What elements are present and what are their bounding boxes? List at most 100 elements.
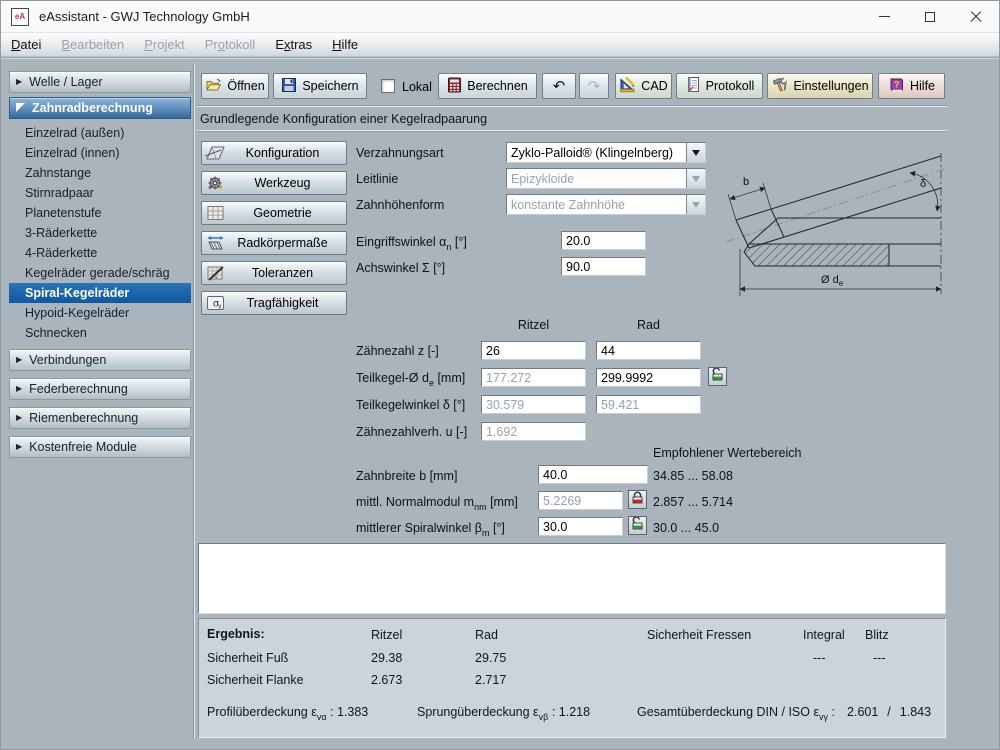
tools-icon — [771, 76, 788, 96]
zaehnezahl-label: Zähnezahl z [-] — [356, 344, 439, 358]
sicherheit-flanke-label: Sicherheit Flanke — [207, 673, 304, 687]
radkoerpermasse-button[interactable]: Radkörpermaße — [201, 231, 347, 255]
toleranzen-button[interactable]: Toleranzen — [201, 261, 347, 285]
sidebar-group-verbindungen[interactable]: ▶ Verbindungen — [9, 349, 191, 371]
cad-button[interactable]: CAD — [615, 73, 672, 99]
settings-button[interactable]: Einstellungen — [767, 73, 873, 99]
lock-open-icon — [711, 366, 724, 386]
maximize-button[interactable] — [907, 1, 953, 32]
sicherheit-fuss-ritzel: 29.38 — [371, 651, 403, 665]
window-controls — [861, 1, 999, 32]
leitlinie-select: Epizykloide — [506, 168, 706, 189]
normalmodul-lock-button[interactable] — [628, 490, 647, 509]
sprungueberdeckung: Sprungüberdeckung εvβ : 1.218 — [417, 705, 591, 722]
sidebar-group-riemenberechnung[interactable]: ▶ Riemenberechnung — [9, 407, 191, 429]
sidebar-group-kostenfreie-module[interactable]: ▶ Kostenfreie Module — [9, 436, 191, 458]
chevron-down-icon — [692, 149, 700, 156]
sidebar-item-kegelraeder-gerade-schraeg[interactable]: Kegelräder gerade/schräg — [9, 263, 191, 283]
geometrie-button[interactable]: Geometrie — [201, 201, 347, 225]
sidebar-item-4-raederkette[interactable]: 4-Räderkette — [9, 243, 191, 263]
spiralwinkel-input[interactable] — [538, 517, 623, 536]
sidebar-item-einzelrad-innen[interactable]: Einzelrad (innen) — [9, 143, 191, 163]
collapsed-arrow-icon: ▶ — [16, 413, 23, 422]
tolerance-ruler-icon — [205, 264, 227, 282]
sicherheit-fuss-label: Sicherheit Fuß — [207, 651, 289, 665]
collapsed-arrow-icon: ▶ — [16, 384, 23, 393]
open-folder-icon — [205, 77, 222, 96]
zahnbreite-input[interactable] — [538, 465, 648, 484]
dropdown-arrow-button[interactable] — [686, 143, 705, 162]
zahnhoehenform-select: konstante Zahnhöhe — [506, 194, 706, 215]
tragfaehigkeit-button[interactable]: σx Tragfähigkeit — [201, 291, 347, 315]
sidebar-item-planetenstufe[interactable]: Planetenstufe — [9, 203, 191, 223]
message-box — [198, 543, 946, 614]
results-col-ritzel: Ritzel — [371, 628, 403, 642]
sidebar-item-schnecken[interactable]: Schnecken — [9, 323, 191, 343]
measure-arrow-icon — [205, 234, 227, 252]
teilkegel-lock-button[interactable] — [708, 366, 727, 386]
undo-icon: ↶ — [552, 77, 566, 95]
sidebar-item-spiral-kegelraeder[interactable]: Spiral-Kegelräder — [9, 283, 191, 303]
normalmodul-label: mittl. Normalmodul mnm [mm] — [356, 495, 518, 512]
sidebar-item-zahnstange[interactable]: Zahnstange — [9, 163, 191, 183]
sidebar-group-welle-lager[interactable]: ▶ Welle / Lager — [9, 71, 191, 93]
achswinkel-input[interactable] — [561, 257, 646, 276]
results-col-rad: Rad — [475, 628, 498, 642]
sidebar-items: Einzelrad (außen) Einzelrad (innen) Zahn… — [9, 123, 191, 343]
help-button[interactable]: ? Hilfe — [878, 73, 945, 99]
lock-open-icon — [631, 515, 644, 535]
section-header: Grundlegende Konfiguration einer Kegelra… — [197, 105, 947, 132]
eingriffswinkel-label: Eingriffswinkel αn [°] — [356, 235, 467, 252]
teilkegel-label: Teilkegel-Ø de [mm] — [356, 371, 466, 388]
teilkegel-ritzel-input — [481, 368, 586, 387]
protocol-button[interactable]: Protokoll — [676, 73, 763, 99]
configuration-icon — [204, 144, 227, 162]
verzahnungsart-select[interactable]: Zyklo-Palloid® (Klingelnberg) — [506, 142, 706, 163]
eingriffswinkel-input[interactable] — [561, 231, 646, 250]
menu-datei[interactable]: Datei — [1, 35, 51, 54]
titlebar: eA eAssistant - GWJ Technology GmbH — [1, 1, 999, 33]
sidebar-item-3-raederkette[interactable]: 3-Räderkette — [9, 223, 191, 243]
results-col-fressen: Sicherheit Fressen — [647, 628, 752, 642]
redo-button: ↷ — [579, 73, 609, 99]
sidebar-group-zahnradberechnung[interactable]: Zahnradberechnung — [9, 97, 191, 119]
normalmodul-input — [538, 491, 623, 510]
konfiguration-button[interactable]: Konfiguration — [201, 141, 347, 165]
open-button[interactable]: Öffnen — [201, 73, 269, 99]
lock-closed-icon — [631, 491, 644, 509]
local-checkbox[interactable] — [381, 79, 395, 93]
menu-protokoll: Protokoll — [204, 37, 256, 52]
achswinkel-label: Achswinkel Σ [°] — [356, 261, 446, 275]
menu-extras[interactable]: Extras — [265, 35, 322, 54]
sidebar-item-stirnradpaar[interactable]: Stirnradpaar — [9, 183, 191, 203]
menu-projekt: Projekt — [144, 37, 185, 52]
spiralwinkel-range: 30.0 ... 45.0 — [653, 521, 720, 535]
help-book-icon: ? — [888, 77, 905, 96]
save-floppy-icon — [281, 77, 297, 96]
gesamtueberdeckung: Gesamtüberdeckung DIN / ISO εvγ :2.601/1… — [637, 705, 932, 722]
spiralwinkel-lock-button[interactable] — [628, 515, 647, 535]
collapsed-arrow-icon: ▶ — [16, 355, 23, 364]
close-button[interactable] — [953, 1, 999, 32]
calculate-button[interactable]: Berechnen — [438, 73, 537, 99]
minimize-button[interactable] — [861, 1, 907, 32]
drawing-label-delta: δ — [920, 178, 926, 190]
save-button[interactable]: Speichern — [273, 73, 367, 99]
teilkegel-rad-input[interactable] — [596, 368, 701, 387]
menubar: Datei Bearbeiten Projekt Protokoll Extra… — [1, 33, 999, 57]
sidebar-item-einzelrad-aussen[interactable]: Einzelrad (außen) — [9, 123, 191, 143]
zaehnezahl-rad-input[interactable] — [596, 341, 701, 360]
chevron-down-icon — [692, 175, 700, 182]
results-col-blitz: Blitz — [865, 628, 889, 642]
bevel-gear-drawing: b δ Ø de — [713, 141, 953, 316]
sidebar-item-hypoid-kegelraeder[interactable]: Hypoid-Kegelräder — [9, 303, 191, 323]
undo-button[interactable]: ↶ — [542, 73, 576, 99]
svg-text:?: ? — [894, 79, 900, 89]
sidebar-divider — [193, 63, 195, 739]
menu-hilfe[interactable]: Hilfe — [322, 35, 368, 54]
zaehnezahl-ritzel-input[interactable] — [481, 341, 586, 360]
sidebar-group-federberechnung[interactable]: ▶ Federberechnung — [9, 378, 191, 400]
werkzeug-button[interactable]: Werkzeug — [201, 171, 347, 195]
dropdown-arrow-button — [686, 169, 705, 188]
results-panel: Ergebnis: Ritzel Rad Sicherheit Fressen … — [198, 618, 946, 738]
